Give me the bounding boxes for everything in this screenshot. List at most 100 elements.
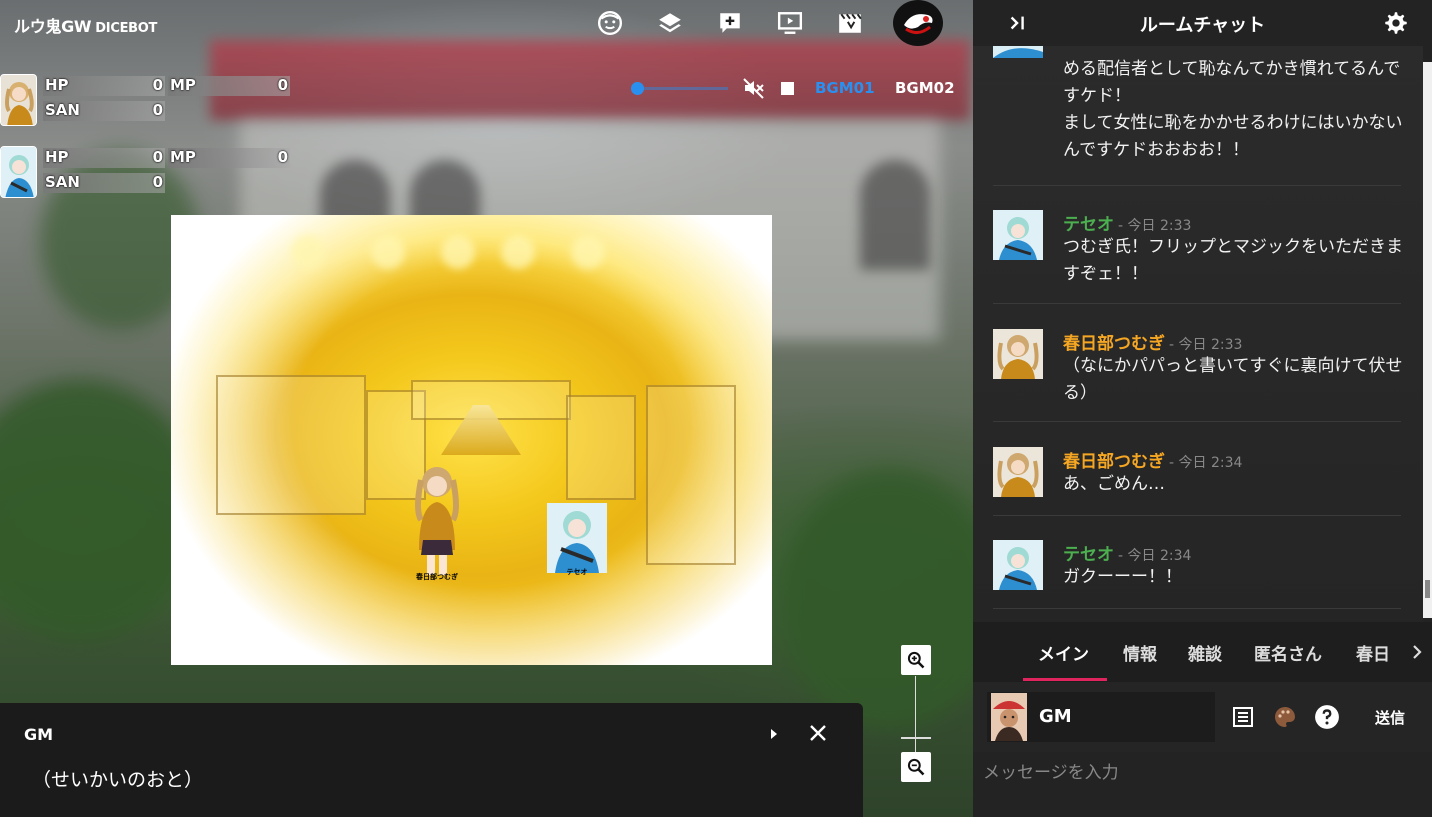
palette-icon[interactable]	[1272, 704, 1298, 730]
chat-author: 春日部つむぎ - 今日 2:33	[1063, 329, 1242, 354]
piece-label: テセオ	[566, 568, 588, 576]
bgm01-button[interactable]: BGM01	[815, 79, 875, 97]
clapperboard-icon[interactable]	[835, 8, 865, 38]
mute-icon[interactable]	[742, 76, 766, 100]
chat-message-body: める配信者として恥なんてかき慣れてるんですケド！ まして女性に恥をかかせるわけに…	[1063, 59, 1403, 160]
tab-anonymous[interactable]: 匿名さん	[1254, 640, 1322, 665]
avatar[interactable]	[0, 74, 37, 126]
mp-label: MP	[170, 76, 196, 94]
chat-message-body: ガクーーー！！	[1063, 567, 1182, 587]
tab-chatter[interactable]: 雑談	[1188, 640, 1222, 665]
screen-play-icon[interactable]	[775, 8, 805, 38]
chat-message-body: つむぎ氏！フリップとマジックをいただきますぞェ！！	[1063, 237, 1403, 284]
chat-message: テセオ - 今日 2:33 つむぎ氏！フリップとマジックをいただきますぞェ！！	[993, 186, 1403, 304]
sender-name: GM	[1039, 706, 1072, 727]
chat-title: ルームチャット	[1139, 15, 1266, 36]
zoom-slider-track[interactable]	[915, 676, 916, 756]
scrollbar[interactable]	[1423, 62, 1432, 618]
chat-author-name: テセオ	[1063, 215, 1114, 235]
zoom-slider-handle[interactable]	[901, 737, 931, 739]
tab-info[interactable]: 情報	[1123, 640, 1157, 665]
chat-author: テセオ - 今日 2:33	[1063, 210, 1191, 235]
chat-message-input[interactable]	[983, 758, 1423, 788]
avatar	[993, 447, 1043, 497]
play-next-icon[interactable]	[766, 725, 782, 743]
chat-message: める配信者として恥なんてかき慣れてるんですケド！ まして女性に恥をかかせるわけに…	[993, 46, 1403, 186]
zoom-out-icon[interactable]	[901, 752, 931, 782]
hp-bar: HP 0	[43, 148, 165, 168]
audio-controls: BGM01 BGM02	[628, 76, 958, 100]
san-value: 0	[152, 101, 163, 119]
chat-author-name: テセオ	[1063, 545, 1114, 565]
list-icon[interactable]	[1230, 704, 1256, 730]
scrollbar-thumb[interactable]	[1425, 580, 1430, 598]
character-face-icon[interactable]	[595, 8, 625, 38]
active-tab-indicator	[1023, 678, 1107, 681]
map-piece-teseo[interactable]: テセオ	[547, 503, 607, 576]
message-text: （せいかいのおと）	[32, 769, 204, 791]
volume-slider-handle[interactable]	[630, 82, 644, 95]
add-box-icon[interactable]	[715, 8, 745, 38]
top-bar: ルウ鬼GW DICEBOT	[0, 0, 973, 46]
hp-label: HP	[45, 148, 69, 166]
chat-panel: ルームチャット める配信者として恥なんてかき慣れてるんですケド！ まして女性に恥…	[973, 0, 1432, 817]
message-speaker: GM	[24, 725, 54, 744]
chat-message: 春日部つむぎ - 今日 2:33 （なにかパパっと書いてすぐに裏向けて伏せる）	[993, 304, 1403, 422]
mp-label: MP	[170, 148, 196, 166]
avatar[interactable]	[0, 146, 37, 198]
san-bar: SAN 0	[43, 173, 165, 193]
san-label: SAN	[45, 101, 80, 119]
chat-message-body: （なにかパパっと書いてすぐに裏向けて伏せる）	[1063, 356, 1403, 403]
chat-author-name: 春日部つむぎ	[1063, 334, 1165, 354]
tab-kasukabe[interactable]: 春日	[1356, 640, 1390, 665]
chat-message: 春日部つむぎ - 今日 2:34 あ、ごめん…	[993, 422, 1401, 516]
san-value: 0	[152, 173, 163, 191]
zoom-in-icon[interactable]	[901, 645, 931, 675]
mp-value: 0	[277, 76, 288, 94]
bgm02-button[interactable]: BGM02	[895, 79, 955, 97]
display-case	[646, 385, 736, 565]
layers-icon[interactable]	[655, 8, 685, 38]
display-case	[566, 395, 636, 500]
chat-timestamp: - 今日 2:34	[1118, 548, 1192, 564]
chat-timestamp: - 今日 2:34	[1169, 455, 1243, 471]
close-icon[interactable]	[806, 721, 830, 745]
mp-bar: MP 0	[168, 148, 290, 168]
tab-main[interactable]: メイン	[1038, 640, 1089, 665]
display-case	[216, 375, 366, 515]
status-panel-teseo: HP 0 MP 0 SAN 0	[0, 146, 300, 198]
chat-timestamp: - 今日 2:33	[1169, 337, 1243, 353]
chat-log[interactable]: める配信者として恥なんてかき慣れてるんですケド！ まして女性に恥をかかせるわけに…	[973, 46, 1423, 622]
gear-icon[interactable]	[1383, 10, 1409, 36]
chat-author: 春日部つむぎ - 今日 2:34	[1063, 447, 1242, 472]
help-icon[interactable]	[1314, 704, 1340, 730]
volume-slider[interactable]	[634, 87, 728, 90]
san-bar: SAN 0	[43, 101, 165, 121]
send-button[interactable]: 送信	[1375, 707, 1405, 728]
mp-value: 0	[277, 148, 288, 166]
message-window[interactable]: GM （せいかいのおと）	[0, 703, 863, 817]
avatar	[993, 540, 1043, 590]
hp-bar: HP 0	[43, 76, 165, 96]
chat-timestamp: - 今日 2:33	[1118, 218, 1192, 234]
avatar	[993, 329, 1043, 379]
avatar	[993, 210, 1043, 260]
piece-label: 春日部つむぎ	[416, 573, 458, 581]
map-piece-tsumugi[interactable]: 春日部つむぎ	[407, 460, 467, 581]
map-board[interactable]: 春日部つむぎ テセオ	[171, 215, 772, 665]
hp-value: 0	[152, 76, 163, 94]
stop-icon[interactable]	[781, 82, 794, 95]
sender-bar: GM 送信	[973, 682, 1432, 752]
chat-header: ルームチャット	[973, 0, 1432, 46]
user-avatar-icon[interactable]	[893, 0, 943, 46]
chat-author: テセオ - 今日 2:34	[1063, 540, 1191, 565]
chevron-right-icon[interactable]	[1410, 642, 1424, 662]
chat-message-body: あ、ごめん…	[1063, 474, 1165, 494]
mp-bar: MP 0	[168, 76, 290, 96]
status-panel-tsumugi: HP 0 MP 0 SAN 0	[0, 74, 300, 126]
chat-message: テセオ - 今日 2:34 ガクーーー！！	[993, 516, 1401, 609]
chat-author-name: 春日部つむぎ	[1063, 452, 1165, 472]
app-title: ルウ鬼GW DICEBOT	[14, 13, 157, 37]
hp-value: 0	[152, 148, 163, 166]
app-title-text: ルウ鬼GW	[14, 17, 92, 36]
